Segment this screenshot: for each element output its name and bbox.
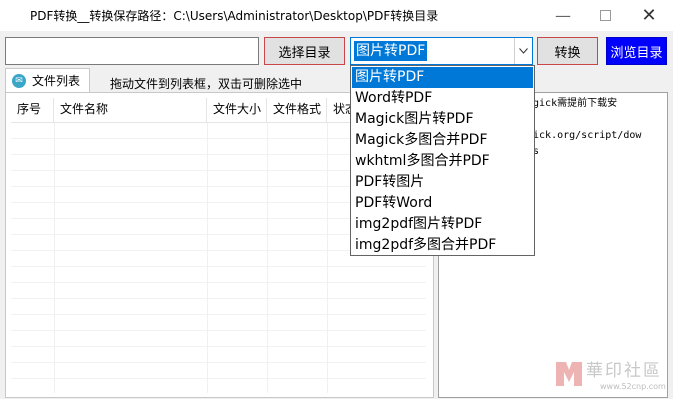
column-header-filename[interactable]: 文件名称	[54, 98, 207, 122]
mode-option[interactable]: Word转PDF	[352, 88, 533, 109]
mode-option[interactable]: 图片转PDF	[352, 67, 533, 88]
chevron-down-icon[interactable]	[514, 38, 532, 64]
mode-option[interactable]: PDF转Word	[352, 193, 533, 214]
watermark-logo-icon	[556, 362, 582, 386]
mode-select-value: 图片转PDF	[354, 41, 428, 61]
mode-option[interactable]: Magick图片转PDF	[352, 109, 533, 130]
log-text: agick需提前下载安 gick.org/script/dow ws	[527, 98, 642, 157]
close-button[interactable]: ✕	[629, 0, 669, 31]
title-bar: PDF转换__转换保存路径：C:\Users\Administrator\Des…	[0, 0, 673, 31]
drag-hint-text: 拖动文件到列表框，双击可删除选中	[110, 77, 303, 91]
column-divider	[207, 123, 208, 393]
mode-select[interactable]: 图片转PDF	[350, 37, 533, 65]
maximize-icon	[599, 10, 611, 21]
mode-option[interactable]: img2pdf多图合并PDF	[352, 235, 533, 256]
minimize-icon: —	[555, 6, 571, 25]
column-header-format[interactable]: 文件格式	[267, 98, 327, 122]
mode-option[interactable]: PDF转图片	[352, 172, 533, 193]
maximize-button[interactable]	[585, 0, 625, 31]
tab-label: 文件列表	[32, 74, 81, 88]
mode-option[interactable]: img2pdf图片转PDF	[352, 214, 533, 235]
browse-directory-button[interactable]: 浏览目录	[606, 37, 667, 65]
column-header-index[interactable]: 序号	[11, 98, 54, 122]
window-title: PDF转换__转换保存路径：C:\Users\Administrator\Des…	[30, 9, 439, 23]
column-divider	[267, 123, 268, 393]
mode-option[interactable]: Magick多图合并PDF	[352, 130, 533, 151]
column-header-size[interactable]: 文件大小	[207, 98, 267, 122]
mode-option[interactable]: wkhtml多图合并PDF	[352, 151, 533, 172]
tab-file-list[interactable]: ✉ 文件列表	[5, 68, 90, 92]
column-divider	[54, 123, 55, 393]
file-list-icon: ✉	[12, 73, 26, 88]
watermark-text: 華印社區	[586, 361, 662, 381]
watermark: 華印社區 www.52cnp.com	[552, 356, 670, 396]
path-input[interactable]	[5, 37, 259, 65]
watermark-url: www.52cnp.com	[600, 382, 666, 391]
close-icon: ✕	[641, 5, 657, 26]
convert-button[interactable]: 转换	[537, 37, 598, 65]
minimize-button[interactable]: —	[543, 0, 583, 31]
select-directory-button[interactable]: 选择目录	[264, 37, 345, 65]
column-divider	[327, 123, 328, 393]
mode-dropdown-list[interactable]: 图片转PDF Word转PDF Magick图片转PDF Magick多图合并P…	[350, 65, 535, 256]
